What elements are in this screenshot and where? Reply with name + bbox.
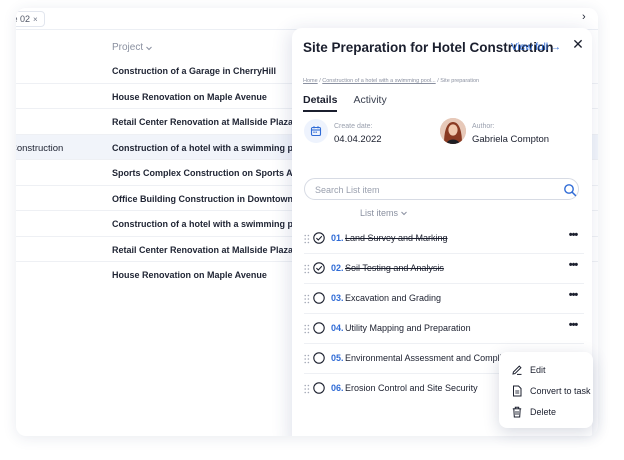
project-column-label: Project — [112, 42, 144, 53]
drag-handle-icon[interactable] — [304, 294, 310, 304]
edit-menu-item[interactable]: Edit — [511, 361, 546, 379]
item-number: 04. — [331, 323, 344, 333]
drag-handle-icon[interactable] — [304, 384, 310, 394]
project-cell: Office Building Construction in Downtown… — [112, 193, 292, 204]
item-text: Excavation and Grading — [345, 293, 442, 303]
search-field — [304, 178, 579, 200]
empty-circle-icon[interactable] — [313, 322, 325, 334]
empty-circle-icon[interactable] — [313, 352, 325, 364]
project-cell: Retail Center Renovation at Mallside Pla… — [112, 117, 292, 127]
list-items-label: List items — [360, 208, 399, 218]
create-date-label: Create date: — [334, 123, 373, 130]
list-item[interactable]: 03. Excavation and Grading ••• — [304, 284, 584, 314]
author-name: Gabriela Compton — [472, 134, 550, 145]
trash-icon — [512, 406, 522, 418]
item-text: Land Survey and Marking — [345, 233, 448, 243]
search-icon[interactable] — [563, 183, 577, 197]
document-icon — [513, 385, 522, 397]
empty-circle-icon[interactable] — [313, 382, 325, 394]
breadcrumb-project[interactable]: Construction of a hotel with a swimming … — [322, 78, 435, 84]
item-number: 06. — [331, 383, 344, 393]
project-cell: House Renovation on Maple Avenue — [112, 91, 267, 102]
list-item[interactable]: 04. Utility Mapping and Preparation ••• — [304, 314, 584, 344]
category-cell: Construction — [16, 142, 64, 154]
convert-to-task-label: Convert to task — [530, 386, 591, 396]
check-circle-icon[interactable] — [313, 262, 325, 274]
project-cell: Construction of a hotel with a swimming … — [112, 142, 292, 153]
search-input[interactable] — [315, 182, 545, 197]
delete-menu-item[interactable]: Delete — [511, 403, 556, 421]
project-column-header[interactable]: Project — [112, 42, 153, 53]
more-options-icon[interactable]: ••• — [566, 259, 580, 273]
tab-strip: ...e 02 × › — [16, 8, 598, 30]
open-tab[interactable]: ...e 02 × — [16, 11, 45, 27]
empty-circle-icon[interactable] — [313, 292, 325, 304]
item-text: Soil Testing and Analysis — [345, 263, 444, 273]
more-options-icon[interactable]: ••• — [566, 289, 580, 303]
more-options-icon[interactable]: ••• — [566, 229, 580, 243]
item-number: 02. — [331, 263, 344, 273]
project-cell: House Renovation on Maple Avenue — [112, 270, 267, 280]
author-label: Author: — [472, 123, 495, 130]
tab-details[interactable]: Details — [303, 94, 338, 112]
view-full-link[interactable]: View full → — [511, 42, 561, 53]
project-cell: Retail Center Renovation at Mallside Pla… — [112, 244, 292, 255]
edit-label: Edit — [530, 365, 546, 375]
pencil-icon — [512, 365, 522, 375]
chevron-down-icon — [401, 211, 407, 216]
breadcrumb: Home / Construction of a hotel with a sw… — [303, 78, 479, 84]
item-context-menu: Edit Convert to task Delete — [499, 352, 593, 428]
open-tab-label: ...e 02 — [16, 14, 31, 24]
item-number: 01. — [331, 233, 344, 243]
item-text: Utility Mapping and Preparation — [345, 323, 471, 333]
avatar — [440, 118, 466, 144]
project-cell: Construction of a hotel with a swimming … — [112, 219, 292, 229]
close-panel-button[interactable]: ✕ — [570, 36, 586, 52]
drag-handle-icon[interactable] — [304, 324, 310, 334]
item-text: Environmental Assessment and Compliance — [345, 353, 522, 363]
panel-tabs: Details Activity — [303, 94, 387, 112]
breadcrumb-home[interactable]: Home — [303, 78, 318, 84]
drag-handle-icon[interactable] — [304, 354, 310, 364]
more-options-icon[interactable]: ••• — [566, 319, 580, 333]
drag-handle-icon[interactable] — [304, 264, 310, 274]
item-text: Erosion Control and Site Security — [345, 383, 478, 393]
calendar-icon — [304, 119, 328, 143]
list-item[interactable]: 02. Soil Testing and Analysis ••• — [304, 254, 584, 284]
chevron-down-icon — [146, 46, 152, 50]
item-number: 05. — [331, 353, 344, 363]
close-icon[interactable]: × — [33, 15, 38, 24]
check-circle-icon[interactable] — [313, 232, 325, 244]
project-cell: Construction of a Garage in CherryHill — [112, 66, 277, 76]
tab-activity[interactable]: Activity — [353, 94, 386, 112]
create-date-value: 04.04.2022 — [334, 134, 382, 145]
list-item[interactable]: 01. Land Survey and Marking ••• — [304, 224, 584, 254]
delete-label: Delete — [530, 407, 557, 417]
chevron-right-icon[interactable]: › — [582, 11, 586, 23]
item-number: 03. — [331, 293, 344, 303]
drag-handle-icon[interactable] — [304, 234, 310, 244]
project-cell: Sports Complex Construction on Sports Av… — [112, 168, 292, 178]
breadcrumb-current: Site preparation — [440, 78, 480, 84]
convert-to-task-menu-item[interactable]: Convert to task — [511, 382, 591, 400]
list-items-header[interactable]: List items — [360, 208, 408, 218]
